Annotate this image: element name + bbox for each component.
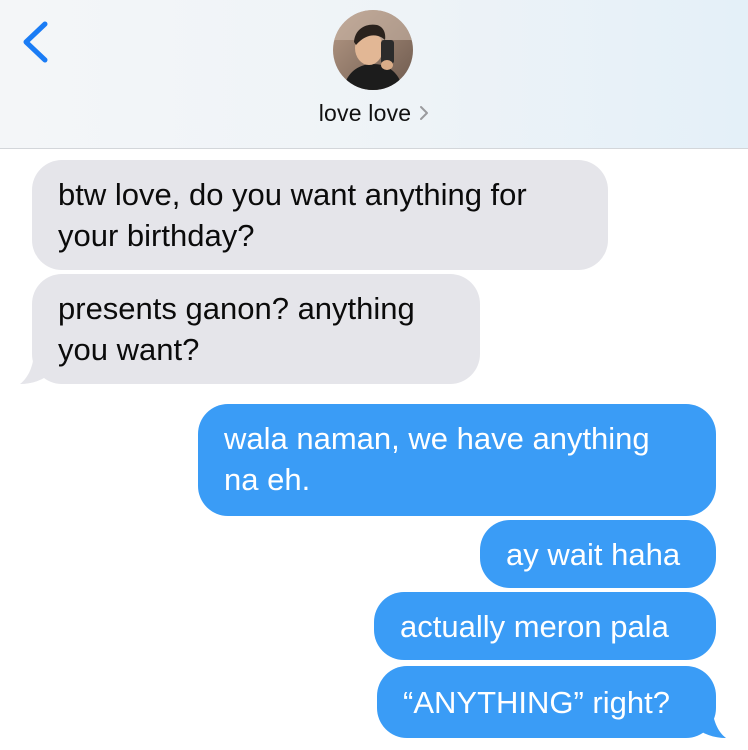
avatar-photo xyxy=(333,10,413,90)
contact-avatar[interactable] xyxy=(333,10,413,90)
message-text-line: ay wait haha xyxy=(506,536,681,572)
contact-info-button[interactable]: love love xyxy=(0,96,748,130)
message-text-line: you want? xyxy=(58,332,200,367)
message-text-line: actually meron pala xyxy=(400,608,669,644)
message-text-line: your birthday? xyxy=(58,218,255,253)
conversation-header: love love xyxy=(0,0,748,149)
message-bubble-outgoing[interactable]: “ANYTHING” right? xyxy=(377,666,716,738)
message-bubble-outgoing[interactable]: ay wait haha xyxy=(480,520,716,588)
message-bubble-incoming[interactable]: btw love, do you want anything for your … xyxy=(32,160,608,270)
chevron-right-icon xyxy=(420,106,429,120)
chevron-left-icon xyxy=(23,21,48,63)
outgoing-bubble-tail xyxy=(694,702,726,738)
message-text-line: na eh. xyxy=(224,462,311,497)
contact-name: love love xyxy=(318,99,412,126)
message-text-line: “ANYTHING” right? xyxy=(403,684,670,720)
back-button[interactable] xyxy=(14,18,58,68)
message-bubble-outgoing[interactable]: wala naman, we have anything na eh. xyxy=(198,404,716,516)
message-bubble-incoming[interactable]: presents ganon? anything you want? xyxy=(32,274,480,384)
incoming-bubble-tail xyxy=(20,350,52,384)
message-bubble-outgoing[interactable]: actually meron pala xyxy=(374,592,716,660)
message-text-line: presents ganon? anything xyxy=(58,291,415,326)
message-text-line: btw love, do you want anything for xyxy=(58,177,527,212)
message-text-line: wala naman, we have anything xyxy=(224,421,650,456)
